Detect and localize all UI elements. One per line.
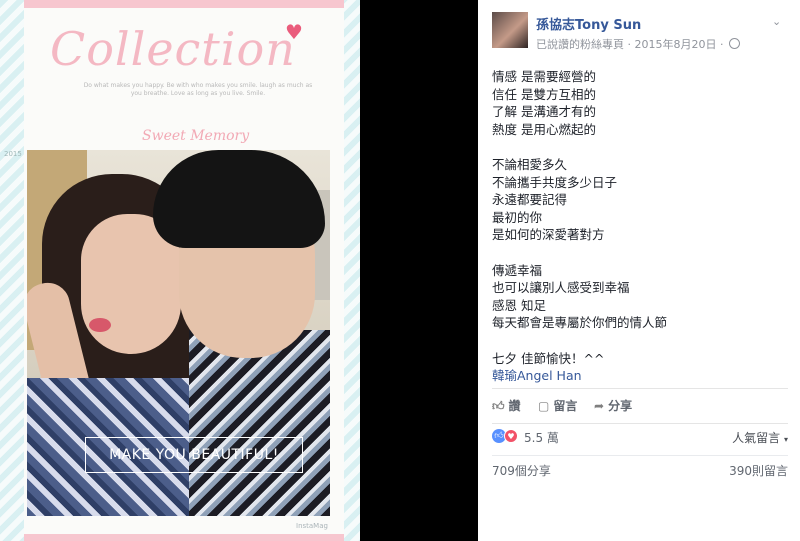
- post-line: 永遠都要記得: [492, 192, 568, 208]
- post-line: 是如何的深愛著對方: [492, 227, 605, 243]
- heart-icon: ♥: [285, 20, 303, 44]
- post-line: 感恩 知足: [492, 297, 546, 313]
- share-label: 分享: [608, 399, 633, 413]
- post-line: 熱度 是用心燃起的: [492, 121, 596, 137]
- top-comments-dropdown[interactable]: 人氣留言 ▾: [732, 429, 788, 446]
- love-reaction-icon[interactable]: ♥: [504, 429, 518, 443]
- post-panel: 孫協志Tony Sun ⌄ 已說讚的粉絲專頁 · 2015年8月20日 · 情感…: [478, 0, 800, 541]
- post-body: 情感 是需要經營的 信任 是雙方互相的 了解 是溝通才有的 熱度 是用心燃起的 …: [492, 68, 792, 385]
- top-comments-label: 人氣留言: [732, 431, 781, 445]
- selfie-photo: MAKE YOU BEAUTIFUL!: [27, 150, 330, 516]
- post-line: 最初的你: [492, 209, 543, 225]
- share-button[interactable]: ➦ 分享: [594, 397, 632, 414]
- share-count[interactable]: 709個分享: [492, 462, 551, 479]
- comment-count[interactable]: 390則留言: [729, 462, 788, 479]
- reactions-row: 👍︎ ♥ 5.5 萬 人氣留言 ▾: [492, 427, 788, 449]
- action-bar: 👍︎ 讚 ▢ 留言 ➦ 分享: [492, 388, 788, 424]
- post-line: 不論攜手共度多少日子: [492, 174, 618, 190]
- collection-tagline: Do what makes you happy. Be with who mak…: [83, 82, 313, 97]
- share-icon: ➦: [594, 399, 605, 413]
- like-label: 讚: [508, 399, 521, 413]
- make-you-beautiful-caption: MAKE YOU BEAUTIFUL!: [85, 437, 303, 473]
- post-line: 七夕 佳節愉快！^^: [492, 350, 605, 366]
- engagement-footer: 709個分享 390則留言: [492, 455, 788, 482]
- instamag-watermark: InstaMag: [296, 522, 328, 530]
- woman-lips: [89, 318, 111, 332]
- like-button[interactable]: 👍︎ 讚: [492, 397, 521, 414]
- avatar[interactable]: [492, 12, 528, 48]
- post-line: 不論相愛多久: [492, 156, 568, 172]
- post-line: 每天都會是專屬於你們的情人節: [492, 315, 668, 331]
- post-line: 信任 是雙方互相的: [492, 86, 596, 102]
- post-meta-text[interactable]: 已說讚的粉絲專頁 · 2015年8月20日 ·: [536, 38, 723, 51]
- post-line: 了解 是溝通才有的: [492, 104, 596, 120]
- tagged-person-link[interactable]: 韓瑜Angel Han: [492, 367, 792, 385]
- globe-icon: [728, 38, 740, 49]
- thumbs-up-icon: 👍︎: [492, 399, 505, 413]
- man-hair: [153, 150, 325, 248]
- comment-label: 留言: [553, 399, 578, 413]
- frame-stripe-bottom: [24, 534, 344, 541]
- reaction-count[interactable]: 5.5 萬: [524, 429, 559, 446]
- comment-button[interactable]: ▢ 留言: [538, 397, 577, 414]
- year-label: 2015: [4, 150, 22, 158]
- sweet-memory-label: Sweet Memory: [142, 128, 250, 144]
- comment-icon: ▢: [538, 399, 550, 413]
- chevron-down-icon[interactable]: ⌄: [772, 15, 781, 28]
- author-name[interactable]: 孫協志Tony Sun: [536, 14, 641, 33]
- post-meta: 已說讚的粉絲專頁 · 2015年8月20日 ·: [536, 36, 740, 52]
- post-photo[interactable]: Collection ♥ Do what makes you happy. Be…: [0, 0, 478, 541]
- post-line: 傳遞幸福: [492, 262, 543, 278]
- frame-stripe-top: [24, 0, 344, 8]
- man-shirt: [189, 330, 330, 516]
- post-line: 情感 是需要經營的: [492, 69, 596, 84]
- post-line: 也可以讓別人感受到幸福: [492, 280, 630, 296]
- caret-down-icon: ▾: [783, 435, 788, 444]
- collection-title: Collection: [50, 22, 296, 76]
